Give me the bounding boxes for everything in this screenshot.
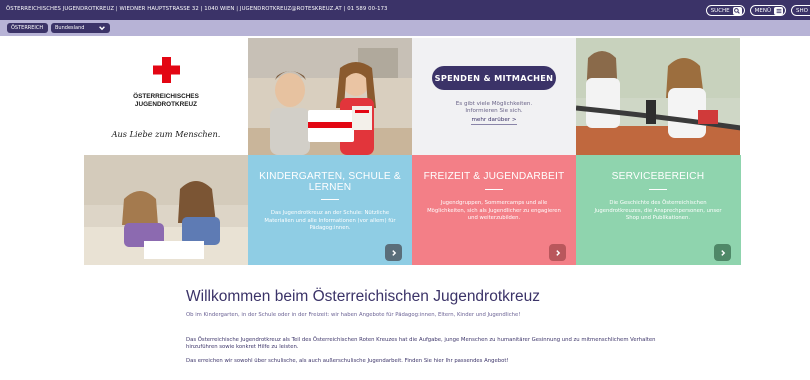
kindergarten-tile[interactable]: KINDERGARTEN, SCHULE & LERNEN Das Jugend… — [248, 155, 412, 265]
red-cross-icon — [153, 57, 180, 83]
search-label: SUCHE — [710, 7, 730, 14]
donate-text-1: Es gibt viele Möglichkeiten. — [455, 101, 533, 107]
top-actions: SUCHE MENÜ SHO — [705, 5, 810, 16]
freizeit-tile[interactable]: FREIZEIT & JUGENDARBEIT Jugendgruppen, S… — [412, 155, 576, 265]
contact-info: ÖSTERREICHISCHES JUGENDROTKREUZ | WIEDNE… — [6, 6, 388, 12]
bundesland-label: Bundesland — [55, 25, 85, 31]
tile-grid: ÖSTERREICHISCHES JUGENDROTKREUZ Aus Lieb… — [84, 38, 741, 265]
description-text-2: Das erreichen wir sowohl über schulische… — [186, 358, 509, 364]
slogan: Aus Liebe zum Menschen. — [111, 129, 221, 139]
donate-button[interactable]: SPENDEN & MITMACHEN — [432, 66, 556, 90]
search-icon — [732, 6, 742, 15]
photo-girls-drawing-image — [84, 155, 248, 265]
search-button[interactable]: SUCHE — [705, 5, 745, 16]
shop-label: SHO — [796, 7, 808, 14]
intro-text: Ob im Kindergarten, in der Schule oder i… — [186, 312, 521, 318]
menu-label: MENÜ — [754, 7, 772, 14]
country-label: ÖSTERREICH — [11, 25, 44, 31]
description-text-1: Das Österreichische Jugendrotkreuz als T… — [186, 337, 656, 351]
photo-girls-drawing — [84, 155, 248, 265]
logo-text-line2: JUGENDROTKREUZ — [134, 101, 198, 108]
service-divider — [649, 189, 667, 190]
freizeit-divider — [485, 189, 503, 190]
donate-more-link-text: mehr darüber > — [471, 117, 517, 125]
freizeit-body: Jugendgruppen, Sommercamps und alle Mögl… — [427, 200, 561, 222]
photo-tug-of-war — [576, 38, 740, 155]
photo-tug-of-war-image — [576, 38, 740, 155]
service-body: Die Geschichte des Österreichischen Juge… — [594, 200, 722, 222]
chevron-down-icon — [99, 26, 105, 31]
bundesland-dropdown[interactable]: Bundesland — [51, 23, 110, 33]
logo-text-line1: ÖSTERREICHISCHES — [133, 93, 199, 100]
service-tile[interactable]: SERVICEBEREICH Die Geschichte des Österr… — [576, 155, 741, 265]
freizeit-arrow-button[interactable] — [549, 244, 566, 261]
kindergarten-arrow-button[interactable] — [385, 244, 402, 261]
logo-tile[interactable]: ÖSTERREICHISCHES JUGENDROTKREUZ Aus Lieb… — [84, 38, 248, 155]
menu-icon — [774, 6, 784, 15]
donate-more-link[interactable]: mehr darüber > — [412, 117, 576, 125]
arrow-right-icon — [720, 249, 725, 256]
service-arrow-button[interactable] — [714, 244, 731, 261]
arrow-right-icon — [391, 249, 396, 256]
menu-button[interactable]: MENÜ — [749, 5, 787, 16]
service-title: SERVICEBEREICH — [611, 171, 705, 182]
donate-text-2: Informieren Sie sich. — [465, 108, 523, 114]
photo-kids-first-aid-image — [248, 38, 412, 155]
kindergarten-title: KINDERGARTEN, SCHULE & LERNEN — [259, 171, 401, 193]
arrow-right-icon — [555, 249, 560, 256]
region-bar: ÖSTERREICH Bundesland — [0, 20, 810, 36]
page-title: Willkommen beim Österreichischen Jugendr… — [186, 288, 541, 305]
kindergarten-body: Das Jugendrotkreuz an der Schule: Nützli… — [264, 210, 396, 232]
freizeit-title: FREIZEIT & JUGENDARBEIT — [423, 171, 565, 182]
photo-kids-first-aid — [248, 38, 412, 155]
kindergarten-divider — [321, 199, 339, 200]
shop-button[interactable]: SHO — [791, 5, 810, 16]
country-selector[interactable]: ÖSTERREICH — [7, 23, 48, 33]
top-bar: ÖSTERREICHISCHES JUGENDROTKREUZ | WIEDNE… — [0, 0, 810, 20]
donate-tile: SPENDEN & MITMACHEN Es gibt viele Möglic… — [412, 38, 576, 155]
